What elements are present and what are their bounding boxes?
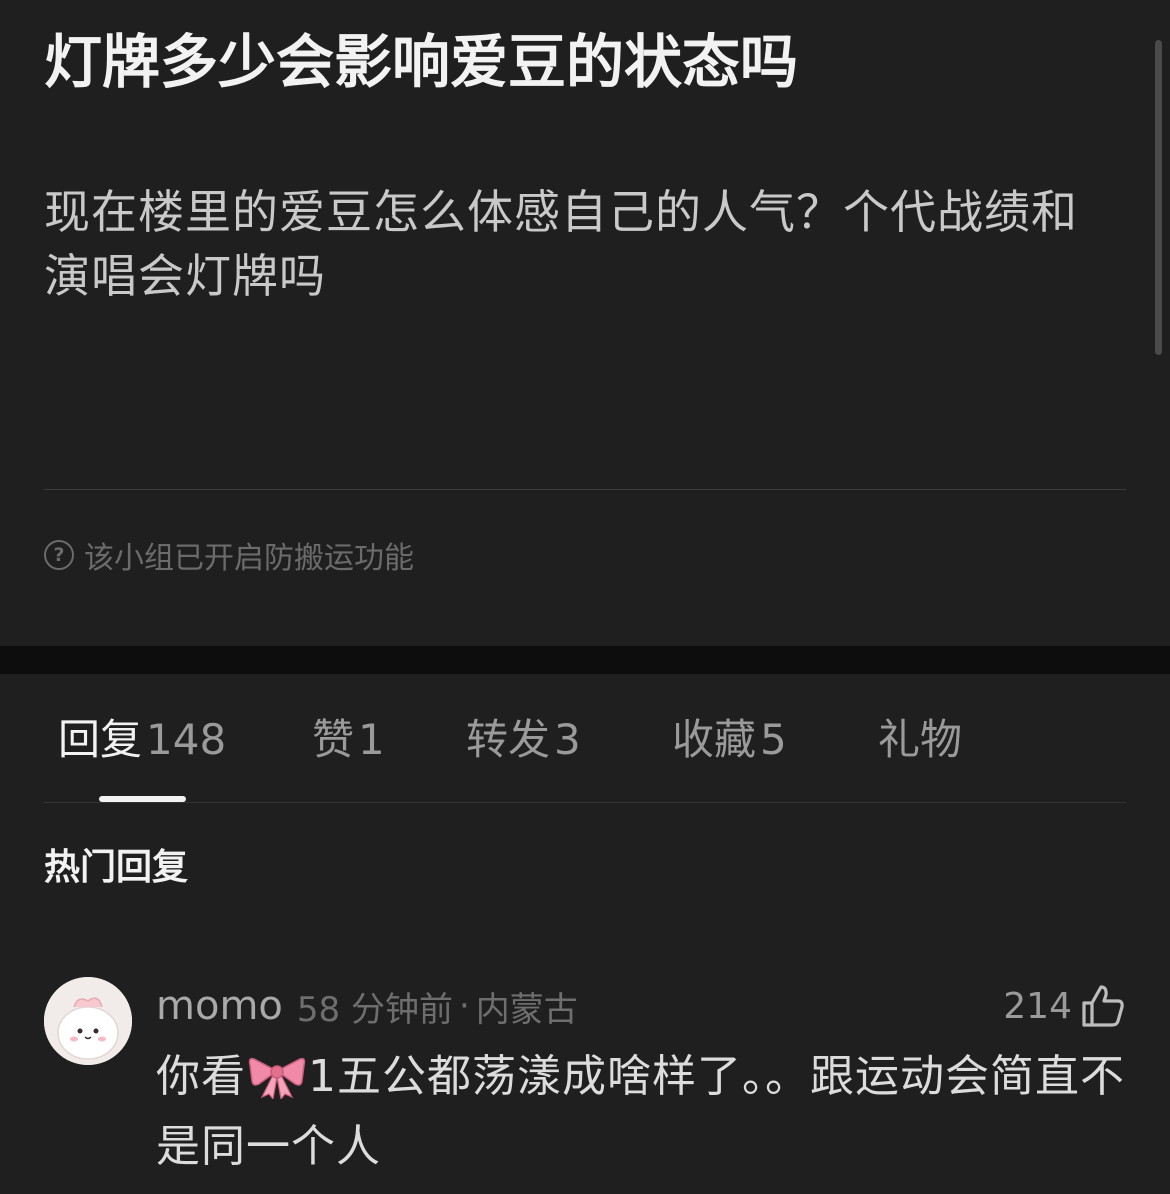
tab-bar: 回复148 赞1 转发3 收藏5 礼物 — [0, 700, 1170, 780]
tab-favorites[interactable]: 收藏5 — [672, 710, 787, 770]
tab-favorites-label: 收藏 — [672, 715, 757, 764]
avatar-image — [44, 977, 132, 1065]
tab-reposts-count: 3 — [554, 715, 581, 764]
tab-gifts[interactable]: 礼物 — [878, 710, 966, 770]
tab-replies-label: 回复 — [58, 715, 143, 764]
tab-reposts-label: 转发 — [466, 715, 551, 764]
tab-reposts[interactable]: 转发3 — [466, 710, 581, 770]
comment-location: 内蒙古 — [475, 989, 578, 1030]
comment-like-count: 214 — [1003, 985, 1072, 1027]
avatar[interactable] — [44, 977, 132, 1065]
meta-separator: · — [458, 986, 470, 1026]
post-body: 现在楼里的爱豆怎么体感自己的人气？个代战绩和演唱会灯牌吗 — [44, 185, 1078, 303]
tab-replies[interactable]: 回复148 — [58, 710, 226, 770]
comment-text-before: 你看 — [156, 1051, 246, 1102]
comment-meta: momo 58 分钟前 · 内蒙古 — [156, 980, 578, 1032]
comment-like-button[interactable]: 214 — [1003, 980, 1126, 1032]
hot-replies-heading: 热门回复 — [44, 847, 189, 888]
thumbs-up-icon — [1082, 985, 1124, 1027]
notice-text: 该小组已开启防搬运功能 — [84, 541, 414, 576]
post-title: 灯牌多少会影响爱豆的状态吗 — [44, 28, 799, 96]
comment-time: 58 分钟前 — [296, 989, 453, 1030]
tab-replies-count: 148 — [146, 715, 227, 764]
question-circle-icon[interactable]: ? — [44, 540, 74, 570]
ribbon-bow-emoji — [248, 1053, 306, 1116]
tab-likes[interactable]: 赞1 — [312, 710, 385, 770]
comment-text: 你看 1五公都荡漾成啥样了。。跟运动会简直不是同一个人 — [156, 1046, 1131, 1178]
tab-gifts-label: 礼物 — [878, 715, 963, 764]
scrollbar[interactable] — [1155, 40, 1162, 355]
tab-favorites-count: 5 — [760, 715, 787, 764]
anti-repost-notice: ? 该小组已开启防搬运功能 — [44, 530, 414, 580]
divider — [44, 802, 1126, 803]
tab-likes-label: 赞 — [312, 715, 355, 764]
comment-username[interactable]: momo — [156, 983, 283, 1029]
tab-likes-count: 1 — [358, 715, 385, 764]
post-card: 灯牌多少会影响爱豆的状态吗 现在楼里的爱豆怎么体感自己的人气？个代战绩和演唱会灯… — [0, 0, 1170, 646]
section-separator — [0, 646, 1170, 674]
divider — [44, 489, 1126, 490]
